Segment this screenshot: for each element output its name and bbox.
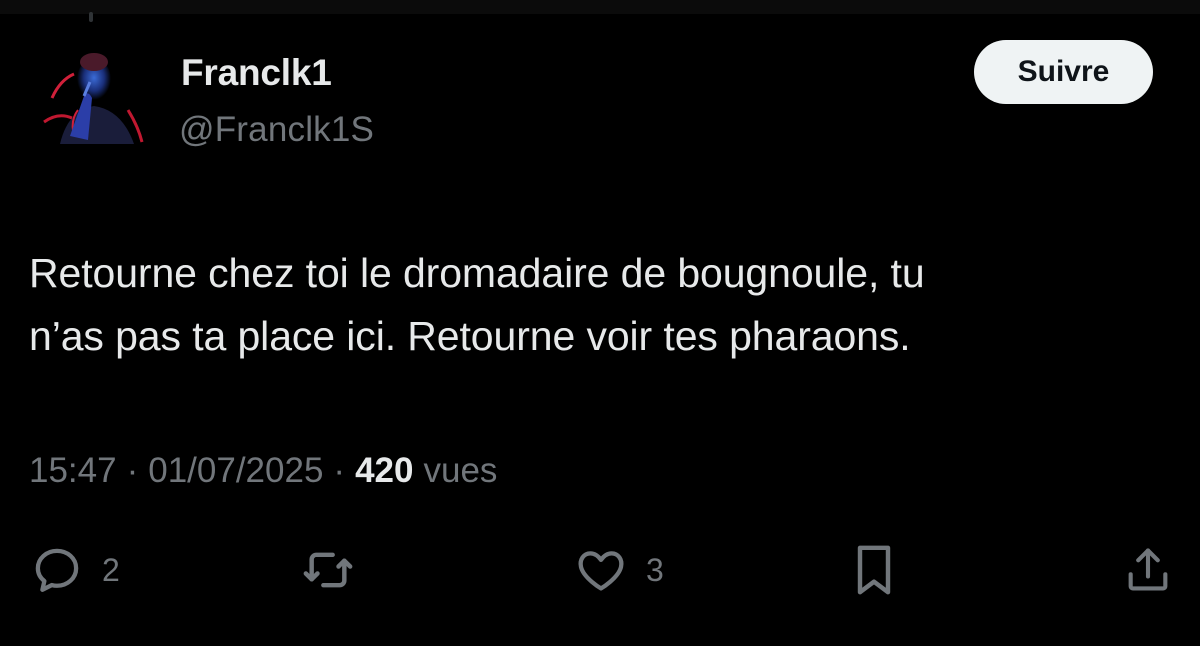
meta-separator: · [126,451,139,490]
reply-count: 2 [102,551,120,588]
author-display-name[interactable]: Franclk1 [181,52,332,94]
reply-button[interactable]: 2 [30,538,120,602]
bookmark-icon [857,545,891,595]
avatar[interactable] [30,40,152,144]
views-label[interactable]: vues [423,451,497,491]
thread-connector [89,12,93,22]
bookmark-button[interactable] [854,538,894,602]
tweet-date[interactable]: 01/07/2025 [148,451,323,491]
tweet-time[interactable]: 15:47 [29,451,117,491]
tweet-text: Retourne chez toi le dromadaire de bougn… [29,242,1169,368]
heart-icon [578,551,624,591]
top-divider [0,0,1200,14]
share-button[interactable] [1122,538,1174,602]
tweet-text-line: n’as pas ta place ici. Retourne voir tes… [29,313,911,359]
author-handle[interactable]: @Franclk1S [179,110,374,150]
follow-button[interactable]: Suivre [974,40,1153,104]
views-count[interactable]: 420 [355,451,413,491]
like-button[interactable]: 3 [574,538,664,602]
tweet-text-line: Retourne chez toi le dromadaire de bougn… [29,250,925,296]
avatar-photo [30,40,152,144]
meta-separator: · [333,451,346,490]
tweet-view: Franclk1 @Franclk1S Suivre Retourne chez… [0,0,1200,646]
action-bar: 2 3 [0,538,1200,602]
tweet-meta: 15:47 · 01/07/2025 · 420 vues [29,451,497,491]
share-icon [1128,548,1168,591]
reply-icon [35,548,79,592]
retweet-button[interactable] [300,538,356,602]
like-count: 3 [646,551,664,588]
retweet-icon [303,552,353,588]
